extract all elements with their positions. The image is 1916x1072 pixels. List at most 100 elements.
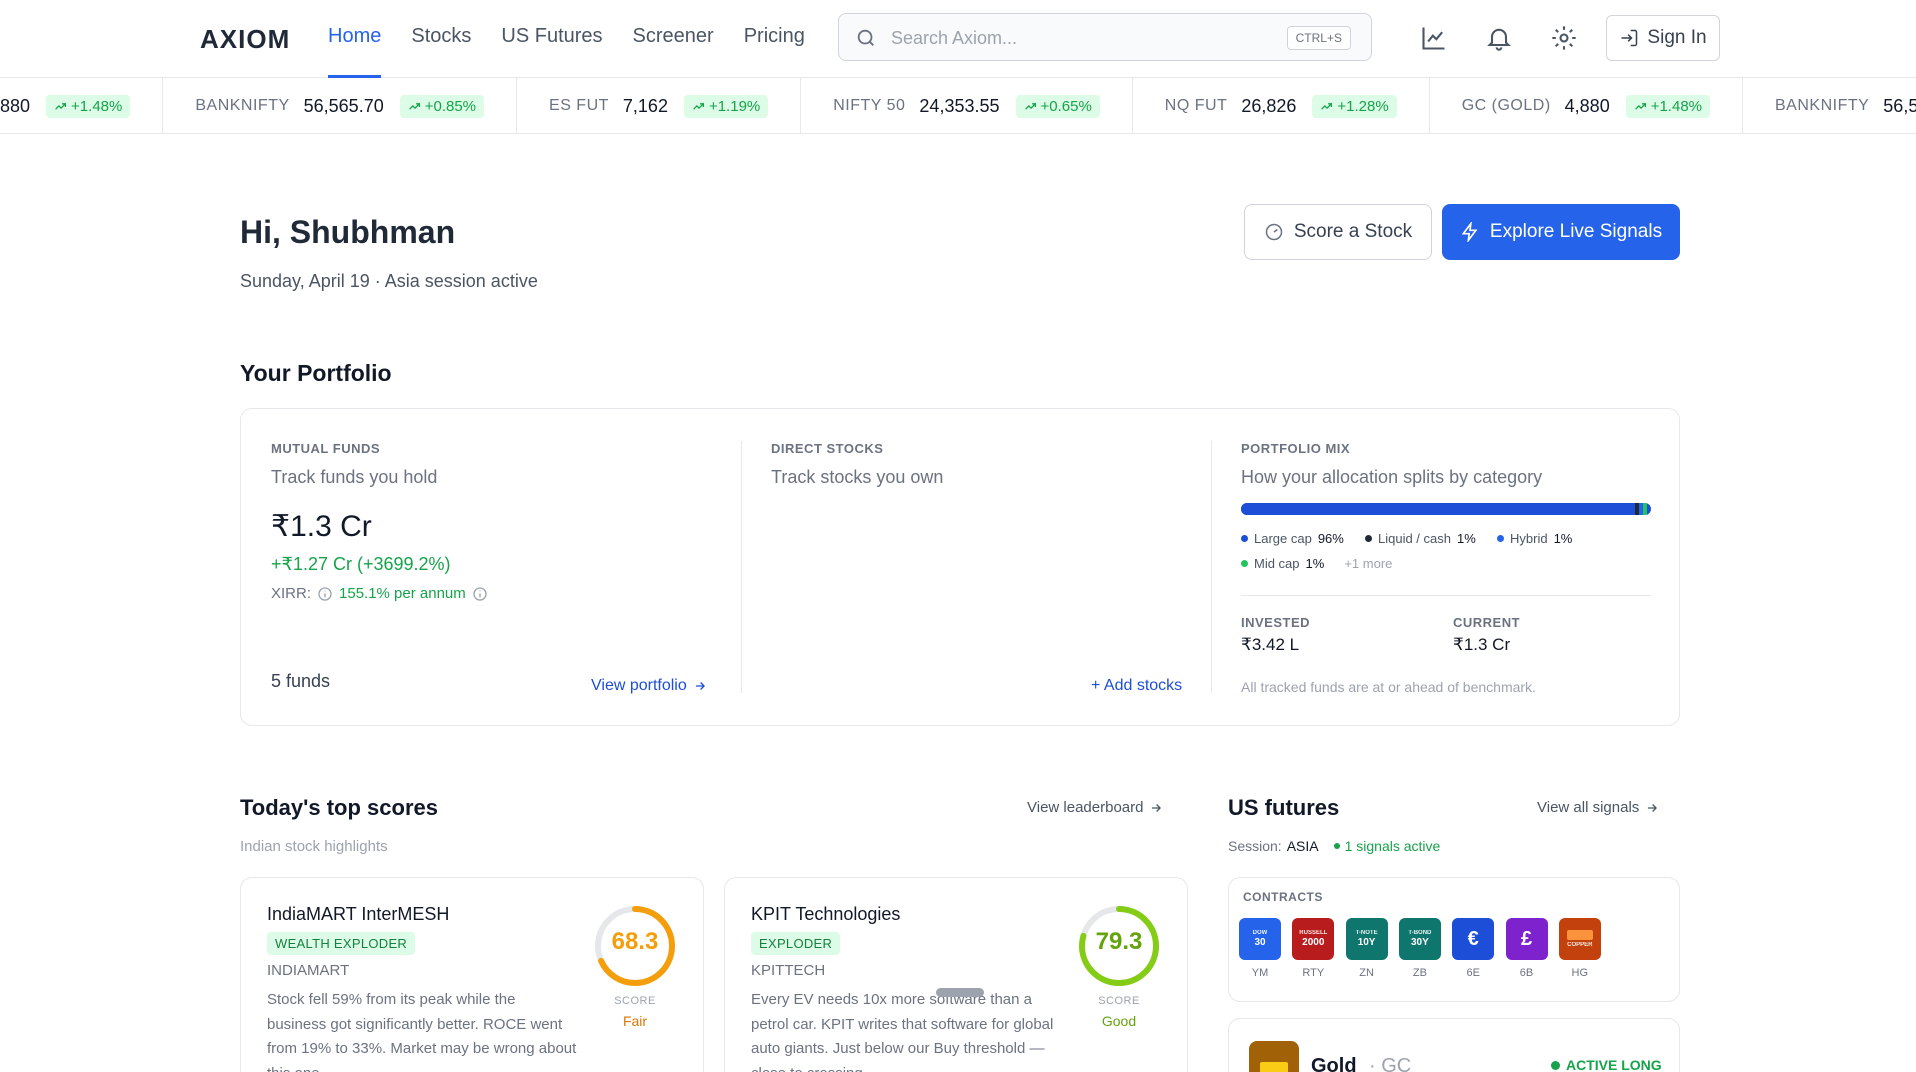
contracts-label: CONTRACTS bbox=[1243, 890, 1323, 904]
market-ticker: 880 +1.48% BANKNIFTY 56,565.70 +0.85% ES FUT 7… bbox=[0, 78, 1916, 134]
stock-symbol: KPITTECH bbox=[751, 962, 826, 979]
xirr-label: XIRR: bbox=[271, 585, 312, 602]
view-leaderboard-link[interactable]: View leaderboard bbox=[1027, 799, 1163, 816]
contract-badge-top: T-NOTE bbox=[1355, 930, 1378, 936]
search-box[interactable]: CTRL+S bbox=[838, 13, 1372, 61]
legend-more[interactable]: +1 more bbox=[1344, 556, 1392, 571]
nav-us-futures[interactable]: US Futures bbox=[501, 0, 602, 78]
contract-badge: £ bbox=[1505, 918, 1548, 960]
ticker-item[interactable]: NQ FUT 26,826 +1.28% bbox=[1133, 78, 1430, 133]
bell-icon[interactable] bbox=[1485, 24, 1513, 52]
ticker-item[interactable]: ES FUT 7,162 +1.19% bbox=[517, 78, 802, 133]
contract-badge-text: 2000 bbox=[1302, 937, 1325, 948]
ticker-item[interactable]: NIFTY 50 24,353.55 +0.65% bbox=[801, 78, 1133, 133]
score-a-stock-button[interactable]: Score a Stock bbox=[1244, 204, 1432, 260]
funds-count: 5 funds bbox=[271, 671, 331, 691]
contract-zn[interactable]: T-NOTE 10Y ZN bbox=[1345, 918, 1388, 979]
chart-icon[interactable] bbox=[1420, 24, 1448, 52]
contract-zb[interactable]: T-BOND 30Y ZB bbox=[1398, 918, 1441, 979]
view-all-signals-link[interactable]: View all signals bbox=[1537, 799, 1659, 816]
contract-badge: T-BOND 30Y bbox=[1398, 918, 1441, 960]
contract-6b[interactable]: £6B bbox=[1505, 918, 1548, 979]
score-card[interactable]: IndiaMART InterMESH WEALTH EXPLODER INDI… bbox=[240, 877, 704, 1072]
ticker-price: 24,353.55 bbox=[919, 95, 1000, 116]
stock-name: IndiaMART InterMESH bbox=[267, 904, 450, 924]
us-futures-title: US futures bbox=[1228, 795, 1340, 820]
search-input[interactable] bbox=[891, 24, 1271, 52]
lightning-icon bbox=[1461, 222, 1478, 242]
legend-pct: 1% bbox=[1553, 531, 1573, 546]
invested-value: ₹3.42 L bbox=[1241, 635, 1300, 654]
contract-symbol: ZB bbox=[1412, 967, 1427, 979]
stock-description: Every EV needs 10x more software than a … bbox=[751, 991, 1054, 1072]
score-grade: Fair bbox=[622, 1013, 648, 1029]
trend-up-icon bbox=[55, 102, 67, 110]
legend-pct: 1% bbox=[1457, 531, 1476, 546]
nav-pricing[interactable]: Pricing bbox=[744, 0, 805, 78]
score-card[interactable]: KPIT Technologies EXPLODER KPITTECH Ever… bbox=[724, 877, 1188, 1072]
signal-code: · GC bbox=[1369, 1055, 1412, 1072]
view-portfolio-link[interactable]: View portfolio bbox=[591, 677, 707, 695]
nav-stocks[interactable]: Stocks bbox=[411, 0, 471, 78]
gear-icon[interactable] bbox=[1550, 24, 1578, 52]
contract-symbol: 6E bbox=[1466, 967, 1480, 979]
search-icon bbox=[857, 29, 874, 46]
trend-up-icon bbox=[1321, 102, 1333, 110]
category-tag: WEALTH EXPLODER bbox=[267, 932, 416, 955]
contract-rty[interactable]: RUSSELL 2000 RTY bbox=[1292, 918, 1335, 979]
ticker-price: 26,826 bbox=[1241, 95, 1297, 116]
contract-badge-text: 30 bbox=[1254, 937, 1266, 948]
legend-dot bbox=[1365, 535, 1372, 542]
nav-home[interactable]: Home bbox=[328, 0, 382, 78]
legend-pct: 96% bbox=[1317, 531, 1344, 546]
ticker-price: 56,565.70 bbox=[1883, 95, 1916, 116]
session-status: Session: ASIA 1 signals active bbox=[1228, 838, 1440, 854]
signal-card-gold[interactable]: Gold · GC ACTIVE LONG bbox=[1228, 1018, 1680, 1072]
column-divider bbox=[1211, 441, 1212, 693]
sign-in-label: Sign In bbox=[1647, 27, 1707, 48]
login-icon bbox=[1621, 29, 1638, 47]
legend-name: Mid cap bbox=[1254, 556, 1300, 571]
scroll-indicator[interactable] bbox=[936, 988, 984, 997]
add-stocks-link[interactable]: + Add stocks bbox=[1091, 677, 1182, 695]
ticker-symbol: BANKNIFTY bbox=[1775, 97, 1870, 114]
greeting-title: Hi, Shubhman bbox=[240, 214, 456, 250]
mutual-funds-label: MUTUAL FUNDS bbox=[271, 441, 381, 456]
ticker-change: +1.28% bbox=[1312, 94, 1397, 118]
trend-up-icon bbox=[693, 102, 704, 110]
ticker-item[interactable]: BANKNIFTY 56,565.70 +0.85% bbox=[163, 78, 518, 133]
ticker-item[interactable]: BANKNIFTY 56,565.70 bbox=[1743, 78, 1916, 133]
contract-badge-text: 30Y bbox=[1410, 937, 1429, 948]
nav-screener[interactable]: Screener bbox=[633, 0, 714, 78]
contract-ym[interactable]: DOW 30 YM bbox=[1239, 918, 1281, 979]
contract-6e[interactable]: €6E bbox=[1452, 918, 1495, 979]
top-navigation-bar: AXIOM Home Stocks US Futures Screener Pr… bbox=[0, 0, 1916, 78]
copper-icon: COPPER bbox=[1558, 918, 1601, 960]
score-caption: SCORE bbox=[1098, 995, 1140, 1007]
ticker-change-value: +1.19% bbox=[708, 97, 761, 115]
logo[interactable]: AXIOM bbox=[200, 24, 290, 55]
info-icon[interactable] bbox=[317, 586, 333, 602]
mutual-funds-value: ₹1.3 Cr bbox=[271, 510, 372, 543]
ticker-symbol: NQ FUT bbox=[1164, 97, 1228, 114]
signal-status-label: ACTIVE LONG bbox=[1566, 1057, 1662, 1072]
ticker-item[interactable]: 880 +1.48% bbox=[0, 78, 164, 133]
contract-badge-text: 10Y bbox=[1357, 937, 1376, 948]
view-leaderboard-label: View leaderboard bbox=[1027, 799, 1144, 816]
info-icon[interactable] bbox=[472, 586, 488, 602]
current-label: CURRENT bbox=[1453, 615, 1521, 630]
contract-hg[interactable]: COPPER HG bbox=[1558, 918, 1601, 979]
arrow-right-icon bbox=[1648, 803, 1658, 812]
legend-large-cap: Large cap 96% bbox=[1241, 531, 1344, 546]
explore-live-signals-button[interactable]: Explore Live Signals bbox=[1442, 204, 1680, 260]
contract-badge-top: DOW bbox=[1252, 930, 1268, 936]
ticker-change-value: +0.85% bbox=[424, 97, 477, 115]
trend-up-icon bbox=[408, 102, 420, 110]
portfolio-mix-desc: How your allocation splits by category bbox=[1241, 467, 1543, 487]
ticker-item[interactable]: GC (GOLD) 4,880 +1.48% bbox=[1430, 78, 1743, 133]
ticker-change-value: +1.48% bbox=[1650, 97, 1702, 115]
direct-stocks-desc: Track stocks you own bbox=[771, 467, 944, 487]
allocation-bar bbox=[1241, 503, 1651, 515]
arrow-right-icon bbox=[695, 682, 705, 690]
sign-in-button[interactable]: Sign In bbox=[1606, 15, 1720, 61]
